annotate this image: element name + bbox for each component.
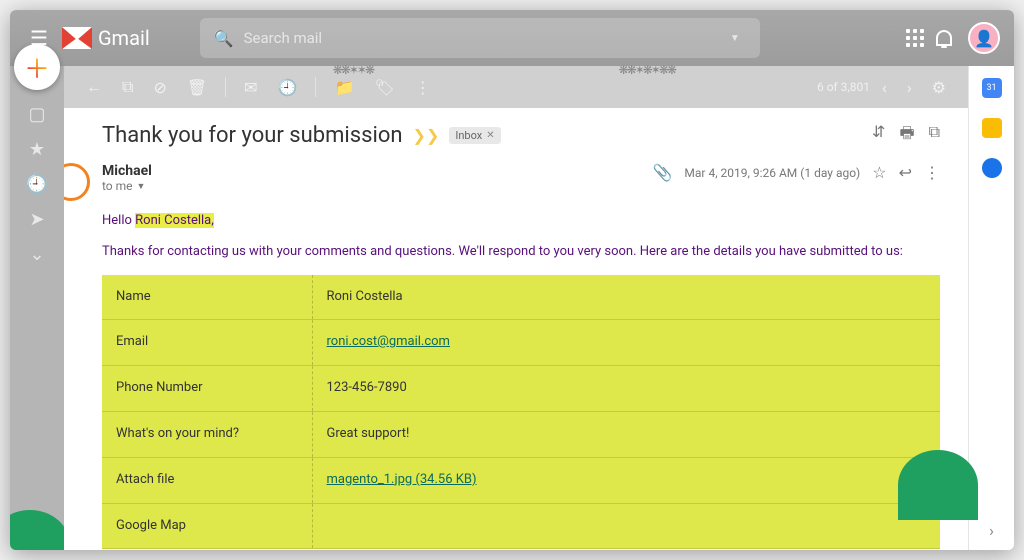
back-icon[interactable]: ←: [78, 71, 110, 103]
intro-text: Thanks for contacting us with your comme…: [102, 244, 903, 259]
more-icon[interactable]: ⌄: [29, 244, 44, 265]
expand-all-icon[interactable]: ⇵: [872, 122, 885, 149]
to-line: to me: [102, 179, 133, 193]
cell-label: Attach file: [102, 457, 312, 503]
settings-icon[interactable]: ⚙: [924, 72, 954, 103]
cell-label: What's on your mind?: [102, 411, 312, 457]
table-row: Google Map: [102, 503, 940, 549]
search-icon: 🔍: [214, 29, 234, 48]
cell-label: Email: [102, 320, 312, 366]
main-area: ← ⧉ ⊘ 🗑 ✉ 🕘 📁 🏷 ⋮ ❋❋✶✶❋ ❋❋✶❋✶❋❋ 6 of 3,8…: [64, 66, 968, 550]
calendar-day: 31: [986, 83, 996, 93]
table-row: What's on your mind?Great support!: [102, 411, 940, 457]
search-options-caret-icon[interactable]: ▼: [724, 27, 746, 50]
decor-blob: [10, 510, 70, 550]
recipients-caret-icon[interactable]: ▼: [137, 181, 146, 192]
star-icon[interactable]: ☆: [872, 163, 886, 182]
tasks-addon-icon[interactable]: [982, 158, 1002, 178]
cell-label: Google Map: [102, 503, 312, 549]
table-row: Email roni.cost@gmail.com: [102, 320, 940, 366]
cell-value: Roni Costella: [312, 275, 940, 320]
open-new-window-icon[interactable]: ⧉: [929, 122, 940, 149]
print-icon[interactable]: 🖶: [899, 122, 914, 149]
inbox-label-chip[interactable]: Inbox ✕: [449, 127, 500, 144]
older-icon[interactable]: ›: [899, 72, 920, 103]
inbox-icon[interactable]: ▢: [28, 104, 45, 125]
account-avatar[interactable]: 👤: [968, 22, 1000, 54]
table-row: NameRoni Costella: [102, 275, 940, 320]
decor-blob: [898, 450, 978, 520]
archive-icon[interactable]: ⧉: [114, 71, 141, 103]
app-window: ☰ Gmail 🔍 ▼ 👤 ＋ ▢ ★ 🕘 ➤ ⌄ ← ⧉: [10, 10, 1014, 550]
google-apps-icon[interactable]: [900, 23, 930, 53]
table-row: Phone Number123-456-7890: [102, 366, 940, 412]
attachment-icon: 📎: [653, 163, 673, 182]
mail-toolbar: ← ⧉ ⊘ 🗑 ✉ 🕘 📁 🏷 ⋮ ❋❋✶✶❋ ❋❋✶❋✶❋❋ 6 of 3,8…: [64, 66, 968, 108]
notifications-icon[interactable]: [930, 24, 958, 52]
cell-label: Name: [102, 275, 312, 320]
label-text: Inbox: [455, 129, 482, 142]
delete-icon[interactable]: 🗑: [179, 72, 215, 103]
sender-avatar: [64, 163, 90, 201]
decor-grass: ❋❋✶✶❋: [333, 63, 373, 83]
cell-value: [312, 503, 940, 549]
greeting-prefix: Hello: [102, 213, 135, 228]
cell-label: Phone Number: [102, 366, 312, 412]
greeting-suffix: ,: [211, 213, 214, 228]
table-row: Attach file magento_1.jpg (34.56 KB): [102, 457, 940, 503]
message-count: 6 of 3,801: [817, 80, 870, 94]
app-name: Gmail: [98, 26, 150, 50]
attachment-link[interactable]: magento_1.jpg (34.56 KB): [327, 472, 477, 487]
message-more-icon[interactable]: ⋮: [924, 163, 940, 182]
snooze-icon[interactable]: 🕘: [270, 72, 306, 103]
mark-unread-icon[interactable]: ✉: [236, 72, 265, 103]
remove-label-icon[interactable]: ✕: [486, 130, 494, 141]
compose-button[interactable]: ＋: [14, 44, 60, 90]
importance-marker-icon[interactable]: ❯❯: [413, 126, 440, 145]
gmail-logo[interactable]: Gmail: [62, 26, 150, 50]
cell-value: 123-456-7890: [312, 366, 940, 412]
greeting-name: Roni Costella: [135, 213, 211, 228]
email-body: Hello Roni Costella, Thanks for contacti…: [102, 211, 940, 549]
email-subject: Thank you for your submission: [102, 123, 403, 148]
left-rail: ＋ ▢ ★ 🕘 ➤ ⌄: [10, 66, 64, 550]
keep-addon-icon[interactable]: [982, 118, 1002, 138]
gmail-m-icon: [62, 27, 92, 49]
more-actions-icon[interactable]: ⋮: [407, 72, 439, 103]
email-content: Thank you for your submission ❯❯ Inbox✕ …: [64, 108, 968, 550]
cell-value: Great support!: [312, 411, 940, 457]
calendar-addon-icon[interactable]: 31: [982, 78, 1002, 98]
sent-icon[interactable]: ➤: [29, 209, 44, 230]
sender-name: Michael: [102, 163, 152, 179]
starred-icon[interactable]: ★: [29, 139, 45, 160]
reply-icon[interactable]: ↩: [899, 163, 912, 182]
email-link[interactable]: roni.cost@gmail.com: [327, 334, 450, 349]
newer-icon[interactable]: ‹: [874, 72, 895, 103]
side-panel-toggle-icon[interactable]: ›: [989, 521, 994, 540]
search-input[interactable]: [244, 29, 724, 47]
topbar: ☰ Gmail 🔍 ▼ 👤: [10, 10, 1014, 66]
report-spam-icon[interactable]: ⊘: [145, 72, 174, 103]
email-date: Mar 4, 2019, 9:26 AM (1 day ago): [684, 166, 860, 180]
search-bar[interactable]: 🔍 ▼: [200, 18, 760, 58]
decor-grass: ❋❋✶❋✶❋❋: [619, 63, 675, 83]
snoozed-icon[interactable]: 🕘: [26, 174, 48, 195]
submission-table: NameRoni Costella Email roni.cost@gmail.c…: [102, 275, 940, 550]
right-rail: 31 ›: [968, 66, 1014, 550]
